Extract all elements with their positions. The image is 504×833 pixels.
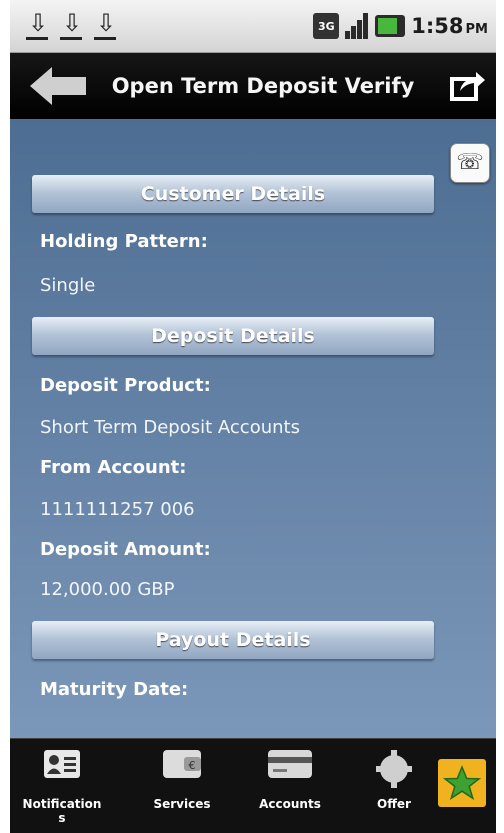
tab-notifications-label: Notification s <box>12 797 112 825</box>
back-button[interactable] <box>30 67 86 105</box>
network-3g-icon: 3G <box>313 13 340 39</box>
signal-strength-icon <box>345 13 369 39</box>
credit-card-icon <box>268 750 312 778</box>
holding-pattern-value: Single <box>40 275 96 296</box>
tab-services[interactable]: € Services <box>132 739 232 833</box>
share-button[interactable] <box>450 69 486 101</box>
tab-accounts-label: Accounts <box>259 797 321 811</box>
clock-ampm: PM <box>465 22 488 37</box>
download-icon: ⇩ <box>58 10 84 42</box>
deposit-product-value: Short Term Deposit Accounts <box>40 417 300 438</box>
clock-time: 1:58 <box>411 14 464 38</box>
holding-pattern-label: Holding Pattern: <box>40 231 208 252</box>
tab-offers[interactable]: Offer <box>354 739 434 833</box>
star-icon <box>442 765 482 800</box>
share-icon <box>450 72 485 101</box>
section-header-deposit: Deposit Details <box>32 317 434 355</box>
svg-text:€: € <box>189 759 196 772</box>
call-button[interactable]: ☏ <box>450 143 490 183</box>
favorites-button[interactable] <box>438 759 486 807</box>
phone-icon: ☏ <box>456 150 484 175</box>
status-clock: 1:58 PM <box>411 14 488 38</box>
section-header-payout: Payout Details <box>32 621 434 659</box>
content-area: ☏ Customer Details Holding Pattern: Sing… <box>10 119 496 738</box>
battery-icon <box>375 15 406 37</box>
tab-accounts[interactable]: Accounts <box>240 739 340 833</box>
deposit-product-label: Deposit Product: <box>40 375 211 396</box>
deposit-amount-label: Deposit Amount: <box>40 539 211 560</box>
tab-services-label: Services <box>153 797 211 811</box>
page-title: Open Term Deposit Verify <box>111 74 415 98</box>
status-icons: 3G 1:58 PM <box>313 8 488 44</box>
tab-notifications-label-line2: s <box>58 811 66 825</box>
bottom-tab-bar: Notification s € Services Accounts Offer <box>10 738 496 833</box>
from-account-label: From Account: <box>40 457 187 478</box>
download-icon: ⇩ <box>24 10 50 42</box>
section-header-customer: Customer Details <box>32 175 434 213</box>
tab-notifications[interactable]: Notification s <box>12 739 112 833</box>
phone-screen: ⇩ ⇩ ⇩ 3G 1:58 PM Open Term Deposit Verify <box>10 0 496 833</box>
tab-notifications-label-line1: Notification <box>22 797 102 811</box>
title-bar: Open Term Deposit Verify <box>10 53 496 119</box>
contact-card-icon <box>44 750 80 778</box>
from-account-value: 1111111257 006 <box>40 499 195 520</box>
maturity-date-label: Maturity Date: <box>40 679 189 700</box>
gear-icon <box>376 750 412 788</box>
download-icon: ⇩ <box>92 10 118 42</box>
back-arrow-icon <box>30 67 86 105</box>
status-bar: ⇩ ⇩ ⇩ 3G 1:58 PM <box>10 0 496 53</box>
wallet-icon: € <box>163 750 201 778</box>
deposit-amount-value: 12,000.00 GBP <box>40 579 175 600</box>
tab-offers-label: Offer <box>377 797 411 811</box>
